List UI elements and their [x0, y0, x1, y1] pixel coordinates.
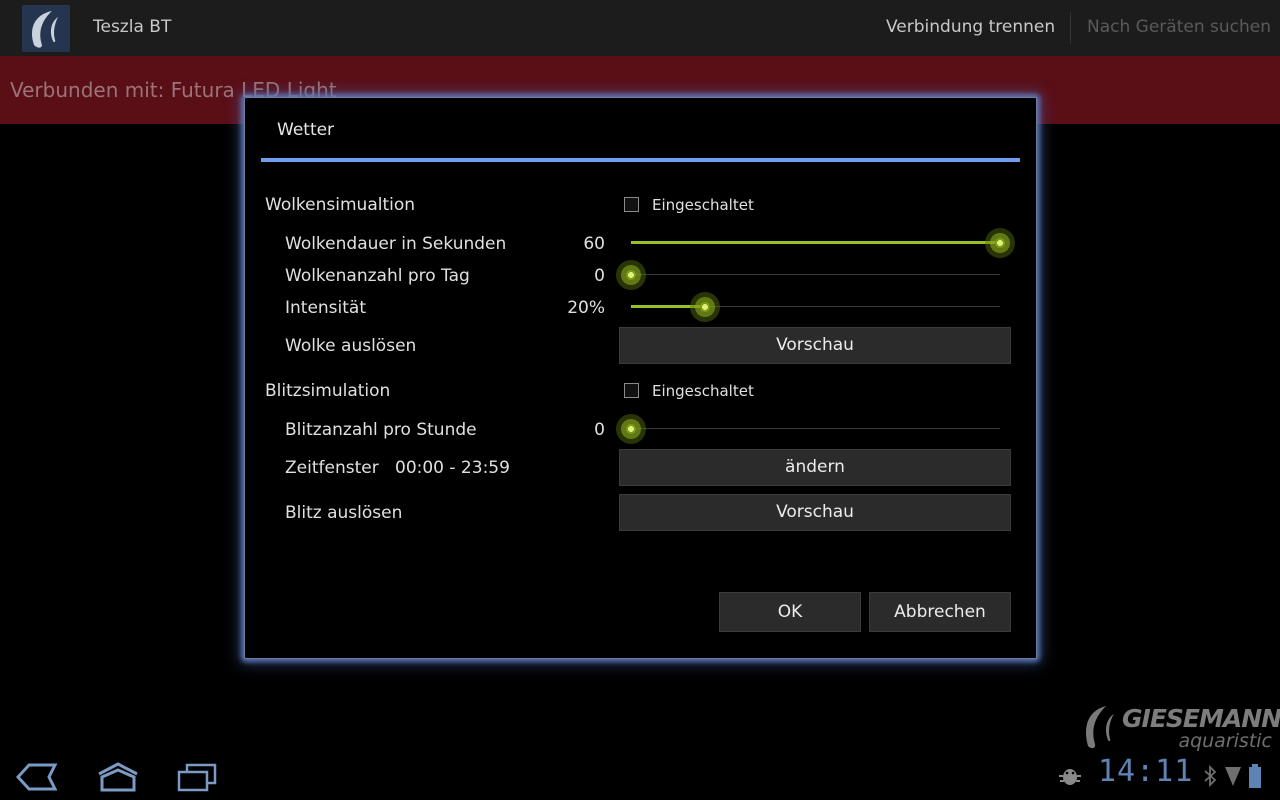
time-window-value: 00:00 - 23:59: [395, 458, 510, 478]
cloud-enabled-label[interactable]: Eingeschaltet: [652, 196, 754, 214]
search-devices-button[interactable]: Nach Geräten suchen: [1087, 17, 1271, 37]
cloud-preview-button[interactable]: Vorschau: [619, 327, 1011, 364]
lightning-preview-button[interactable]: Vorschau: [619, 494, 1011, 531]
weather-dialog: Wetter Wolkensimualtion Eingeschaltet Wo…: [244, 97, 1037, 659]
cloud-intensity-value: 20%: [567, 298, 605, 318]
lightning-trigger-label: Blitz auslösen: [285, 503, 403, 523]
action-divider: [1070, 12, 1071, 44]
app-title: Teszla BT: [93, 17, 172, 37]
cloud-duration-value: 60: [583, 234, 605, 254]
dialog-title: Wetter: [277, 120, 335, 140]
action-bar: Teszla BT Verbindung trennen Nach Geräte…: [0, 0, 1280, 56]
lightning-simulation-heading: Blitzsimulation: [265, 381, 391, 401]
lightning-enabled-label[interactable]: Eingeschaltet: [652, 382, 754, 400]
slider-fill: [631, 241, 1000, 244]
ok-button[interactable]: OK: [719, 592, 861, 632]
system-bar: 14:11: [0, 752, 1280, 800]
change-time-window-button[interactable]: ändern: [619, 449, 1011, 486]
slider-thumb[interactable]: [985, 228, 1015, 258]
cloud-count-slider[interactable]: [616, 259, 1000, 291]
bluetooth-icon: [1203, 764, 1217, 792]
brand-name: GIESEMANN: [1122, 704, 1280, 733]
cloud-duration-slider[interactable]: [631, 227, 1015, 259]
status-clock[interactable]: 14:11: [1098, 754, 1193, 789]
brand-tagline: aquaristic: [1178, 730, 1272, 752]
cloud-intensity-label: Intensität: [285, 298, 367, 318]
disconnect-button[interactable]: Verbindung trennen: [886, 17, 1055, 37]
lightning-count-label: Blitzanzahl pro Stunde: [285, 420, 477, 440]
home-icon[interactable]: [96, 760, 140, 798]
lightning-enabled-checkbox[interactable]: [624, 383, 639, 398]
cloud-intensity-slider[interactable]: [631, 291, 1000, 323]
lightning-count-value: 0: [594, 420, 605, 440]
cloud-simulation-heading: Wolkensimualtion: [265, 195, 416, 215]
recent-apps-icon[interactable]: [176, 760, 218, 798]
app-logo-icon[interactable]: [22, 5, 70, 52]
dialog-title-divider: [261, 158, 1020, 162]
lightning-count-slider[interactable]: [616, 413, 1000, 445]
slider-thumb[interactable]: [616, 260, 646, 290]
cloud-count-value: 0: [594, 266, 605, 286]
cloud-count-label: Wolkenanzahl pro Tag: [285, 266, 470, 286]
android-debug-icon: [1058, 764, 1082, 792]
cloud-duration-label: Wolkendauer in Sekunden: [285, 234, 507, 254]
signal-icon: [1224, 764, 1242, 792]
battery-icon: [1248, 764, 1262, 792]
cloud-enabled-checkbox[interactable]: [624, 197, 639, 212]
cancel-button[interactable]: Abbrechen: [869, 592, 1011, 632]
slider-track: [631, 428, 1000, 429]
slider-track: [631, 274, 1000, 275]
back-icon[interactable]: [15, 760, 58, 798]
slider-thumb[interactable]: [616, 414, 646, 444]
time-window-label: Zeitfenster: [285, 458, 379, 478]
giesemann-logo: GIESEMANN aquaristic: [1080, 700, 1280, 760]
cloud-trigger-label: Wolke auslösen: [285, 336, 417, 356]
slider-thumb[interactable]: [689, 292, 720, 322]
